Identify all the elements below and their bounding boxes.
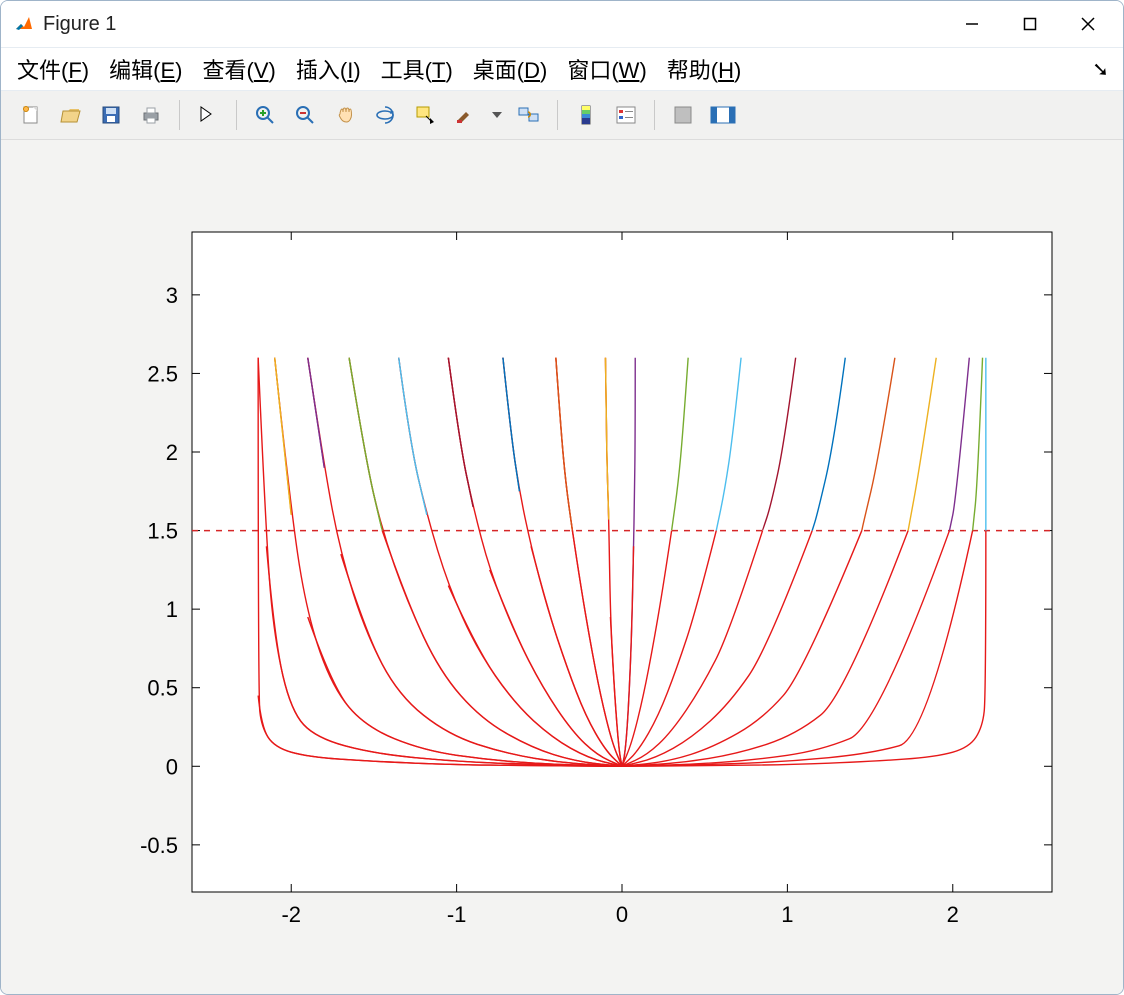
link-button[interactable] (513, 99, 545, 131)
menu-window[interactable]: 窗口(W) (557, 49, 656, 89)
svg-text:1: 1 (166, 597, 178, 622)
window-title: Figure 1 (43, 13, 116, 36)
menu-file[interactable]: 文件(F) (7, 49, 99, 89)
menu-tools[interactable]: 工具(T) (371, 49, 463, 89)
svg-text:1.5: 1.5 (147, 519, 178, 544)
svg-text:2: 2 (166, 440, 178, 465)
menubar: 文件(F) 编辑(E) 查看(V) 插入(I) 工具(T) 桌面(D) 窗口(W… (1, 48, 1123, 91)
menu-insert[interactable]: 插入(I) (286, 49, 371, 89)
brush-button[interactable] (449, 99, 481, 131)
menu-desktop[interactable]: 桌面(D) (463, 49, 558, 89)
show-tools-button[interactable] (707, 99, 739, 131)
titlebar: Figure 1 (1, 1, 1123, 48)
svg-text:1: 1 (781, 902, 793, 927)
svg-text:0.5: 0.5 (147, 676, 178, 701)
minimize-button[interactable] (943, 4, 1001, 44)
close-button[interactable] (1059, 4, 1117, 44)
svg-text:-1: -1 (447, 902, 467, 927)
svg-text:2: 2 (947, 902, 959, 927)
new-figure-button[interactable] (15, 99, 47, 131)
rotate-3d-button[interactable] (369, 99, 401, 131)
svg-text:3: 3 (166, 283, 178, 308)
edit-plot-button[interactable] (192, 99, 224, 131)
svg-text:0: 0 (166, 754, 178, 779)
figure-canvas[interactable]: -2 -1 0 1 2 -0.5 0 0.5 1 1.5 2 2.5 3 (1, 140, 1123, 994)
open-button[interactable] (55, 99, 87, 131)
dock-arrow-icon[interactable]: ➘ (1092, 57, 1117, 82)
insert-legend-button[interactable] (610, 99, 642, 131)
zoom-in-button[interactable] (249, 99, 281, 131)
svg-text:2.5: 2.5 (147, 361, 178, 386)
menu-edit[interactable]: 编辑(E) (99, 49, 192, 89)
insert-colorbar-button[interactable] (570, 99, 602, 131)
data-cursor-button[interactable] (409, 99, 441, 131)
figure-window: Figure 1 文件(F) 编辑(E) 查看(V) 插入(I) 工具(T) 桌… (0, 0, 1124, 995)
svg-text:-0.5: -0.5 (140, 833, 178, 858)
print-button[interactable] (135, 99, 167, 131)
svg-text:0: 0 (616, 902, 628, 927)
zoom-out-button[interactable] (289, 99, 321, 131)
menu-view[interactable]: 查看(V) (192, 49, 285, 89)
matlab-icon (13, 13, 35, 35)
hide-tools-button[interactable] (667, 99, 699, 131)
save-button[interactable] (95, 99, 127, 131)
menu-help[interactable]: 帮助(H) (657, 49, 752, 89)
axes[interactable]: -2 -1 0 1 2 -0.5 0 0.5 1 1.5 2 2.5 3 (52, 172, 1072, 962)
toolbar (1, 91, 1123, 140)
svg-text:-2: -2 (281, 902, 301, 927)
maximize-button[interactable] (1001, 4, 1059, 44)
brush-dropdown-button[interactable] (489, 99, 505, 131)
pan-button[interactable] (329, 99, 361, 131)
